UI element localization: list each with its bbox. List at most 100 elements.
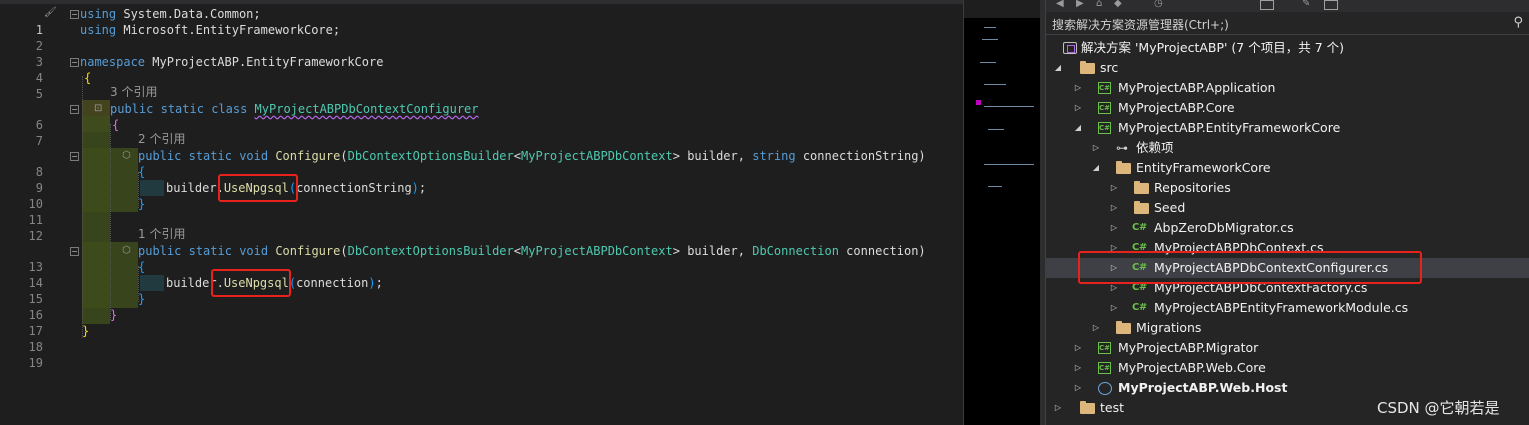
expand-arrow-icon[interactable]: ▷	[1091, 318, 1101, 338]
csharp-project-icon: C#	[1098, 102, 1111, 114]
tree-item-webhost[interactable]: ▷ MyProjectABP.Web.Host	[1046, 378, 1529, 398]
expand-arrow-icon[interactable]: ▷	[1073, 378, 1083, 398]
codelens-references[interactable]: 2 个引用	[138, 131, 185, 147]
code-line-18[interactable]: 18 }	[0, 323, 963, 354]
folder-icon	[1134, 181, 1149, 194]
sync-icon[interactable]	[1260, 0, 1274, 10]
minimap-viewport[interactable]	[964, 18, 1040, 425]
csharp-project-icon: C#	[1098, 342, 1111, 354]
watermark: CSDN @它朝若是	[1377, 399, 1500, 417]
folder-icon	[1116, 321, 1131, 334]
expand-arrow-icon[interactable]: ▷	[1073, 338, 1083, 358]
expand-arrow-icon[interactable]: ▷	[1091, 138, 1101, 158]
forward-icon[interactable]: ▶	[1076, 0, 1084, 9]
explorer-search-bar[interactable]: 搜索解决方案资源管理器(Ctrl+;) ⚲	[1046, 13, 1529, 35]
code-line-4[interactable]: 4 namespace MyProjectABP.EntityFramework…	[0, 54, 963, 85]
code-line-9[interactable]: 9 {	[0, 164, 963, 195]
folder-icon	[1080, 61, 1095, 74]
csharp-file-icon: C#	[1132, 222, 1147, 233]
tree-item-application[interactable]: ▷ C# MyProjectABP.Application	[1046, 78, 1529, 98]
expand-arrow-icon[interactable]: ▷	[1053, 398, 1063, 418]
minimap-marker	[976, 100, 981, 105]
fold-toggle-icon[interactable]: −	[70, 247, 79, 256]
code-line-2[interactable]: 2 using Microsoft.EntityFrameworkCore;	[0, 22, 963, 53]
fold-toggle-icon[interactable]: −	[70, 152, 79, 161]
solution-icon	[1063, 42, 1077, 54]
collapse-arrow-icon[interactable]: ◢	[1053, 58, 1063, 78]
preview-icon[interactable]	[1324, 0, 1338, 10]
line-number: 5	[35, 87, 43, 101]
tree-item-entityframeworkcore-project[interactable]: ◢ C# MyProjectABP.EntityFrameworkCore	[1046, 118, 1529, 138]
expand-arrow-icon[interactable]: ▷	[1109, 298, 1119, 318]
tree-item-webcore[interactable]: ▷ C# MyProjectABP.Web.Core	[1046, 358, 1529, 378]
code-line-11[interactable]: 11 }	[0, 196, 963, 227]
tree-item-migrations[interactable]: ▷ Migrations	[1046, 318, 1529, 338]
tree-item-entityframeworkmodule[interactable]: ▷ C# MyProjectABPEntityFrameworkModule.c…	[1046, 298, 1529, 318]
code-line-19[interactable]: 19	[0, 339, 963, 370]
expand-arrow-icon[interactable]: ▷	[1109, 218, 1119, 238]
fold-toggle-icon[interactable]: −	[70, 58, 79, 67]
solution-explorer[interactable]: ◀ ▶ ⌂ ◆ ◷ ✎ 搜索解决方案资源管理器(Ctrl+;) ⚲ 解决方案 '…	[1046, 0, 1529, 425]
code-line-17[interactable]: 17 }	[0, 307, 963, 338]
back-icon[interactable]: ◀	[1056, 0, 1064, 9]
collapse-arrow-icon[interactable]: ◢	[1091, 158, 1101, 178]
code-line-14[interactable]: 14 {	[0, 259, 963, 290]
expand-arrow-icon[interactable]: ▷	[1109, 198, 1119, 218]
code-line-6[interactable]: 6 ⊡ public static class MyProjectABPDbCo…	[0, 101, 963, 132]
folder-icon	[1134, 201, 1149, 214]
folder-icon	[1116, 161, 1131, 174]
method-structure-icon: ⬡	[122, 150, 131, 161]
expand-arrow-icon[interactable]: ▷	[1109, 178, 1119, 198]
class-structure-icon: ⊡	[94, 103, 103, 114]
line-number: 7	[35, 134, 43, 148]
tree-item-seed[interactable]: ▷ Seed	[1046, 198, 1529, 218]
expand-arrow-icon[interactable]: ▷	[1073, 78, 1083, 98]
code-line-1[interactable]: 1 🖌 using System.Data.Common;	[0, 5, 963, 37]
csharp-project-icon: C#	[1098, 362, 1111, 374]
tree-item-entityframeworkcore-folder[interactable]: ◢ EntityFrameworkCore	[1046, 158, 1529, 178]
tree-item-core[interactable]: ▷ C# MyProjectABP.Core	[1046, 98, 1529, 118]
codelens-references[interactable]: 3 个引用	[110, 84, 157, 100]
expand-arrow-icon[interactable]: ▷	[1073, 358, 1083, 378]
method-structure-icon: ⬡	[122, 245, 131, 256]
csharp-project-icon: C#	[1098, 82, 1111, 94]
collapse-arrow-icon[interactable]: ◢	[1073, 118, 1083, 138]
line-number: 12	[28, 229, 43, 243]
code-editor[interactable]: 1 🖌 using System.Data.Common; − 2 using …	[0, 0, 963, 425]
code-line-3[interactable]: 3	[0, 38, 963, 69]
search-icon[interactable]: ⚲	[1513, 15, 1523, 30]
code-line-15[interactable]: 15 builder.UseNpgsql(connection);	[0, 275, 963, 306]
csharp-project-icon: C#	[1098, 122, 1111, 134]
fold-toggle-icon[interactable]: −	[70, 10, 79, 19]
codelens-references[interactable]: 1 个引用	[138, 226, 185, 242]
code-line-8[interactable]: 8 ⬡ public static void Configure(DbConte…	[0, 148, 963, 179]
expand-arrow-icon[interactable]: ▷	[1073, 98, 1083, 118]
brush-icon[interactable]: 🖌	[44, 5, 57, 21]
search-input[interactable]: 搜索解决方案资源管理器(Ctrl+;)	[1052, 16, 1229, 33]
code-line-16[interactable]: 16 }	[0, 291, 963, 322]
tree-item-repositories[interactable]: ▷ Repositories	[1046, 178, 1529, 198]
code-line-10[interactable]: 10 builder.UseNpgsql(connectionString);	[0, 180, 963, 211]
tree-item-abpzerodbmigrator[interactable]: ▷ C# AbpZeroDbMigrator.cs	[1046, 218, 1529, 238]
home-icon[interactable]: ⌂	[1096, 0, 1102, 9]
tree-item-migrator[interactable]: ▷ C# MyProjectABP.Migrator	[1046, 338, 1529, 358]
wrench-icon[interactable]: ✎	[1302, 0, 1310, 9]
web-project-icon	[1098, 382, 1112, 395]
highlight-box-usenpgsql-1	[218, 174, 298, 202]
highlight-box-configurer-file	[1078, 251, 1422, 284]
history-icon[interactable]: ◷	[1154, 0, 1163, 9]
explorer-toolbar: ◀ ▶ ⌂ ◆ ◷ ✎	[1046, 0, 1529, 12]
tree-solution[interactable]: 解决方案 'MyProjectABP' (7 个项目，共 7 个)	[1046, 38, 1529, 58]
vs-icon[interactable]: ◆	[1114, 0, 1122, 9]
dependencies-icon: ⊶	[1116, 141, 1128, 155]
minimap[interactable]	[963, 0, 1040, 425]
highlight-box-usenpgsql-2	[211, 269, 291, 297]
line-number: 19	[28, 356, 43, 370]
code-line-13[interactable]: 13 ⬡ public static void Configure(DbCont…	[0, 243, 963, 274]
tree-item-dependencies[interactable]: ▷ ⊶ 依赖项	[1046, 138, 1529, 158]
tree-item-src[interactable]: ◢ src	[1046, 58, 1529, 78]
csharp-file-icon: C#	[1132, 302, 1147, 313]
editor-tab-strip[interactable]	[0, 0, 963, 4]
fold-toggle-icon[interactable]: −	[70, 105, 79, 114]
folder-icon	[1080, 401, 1095, 414]
